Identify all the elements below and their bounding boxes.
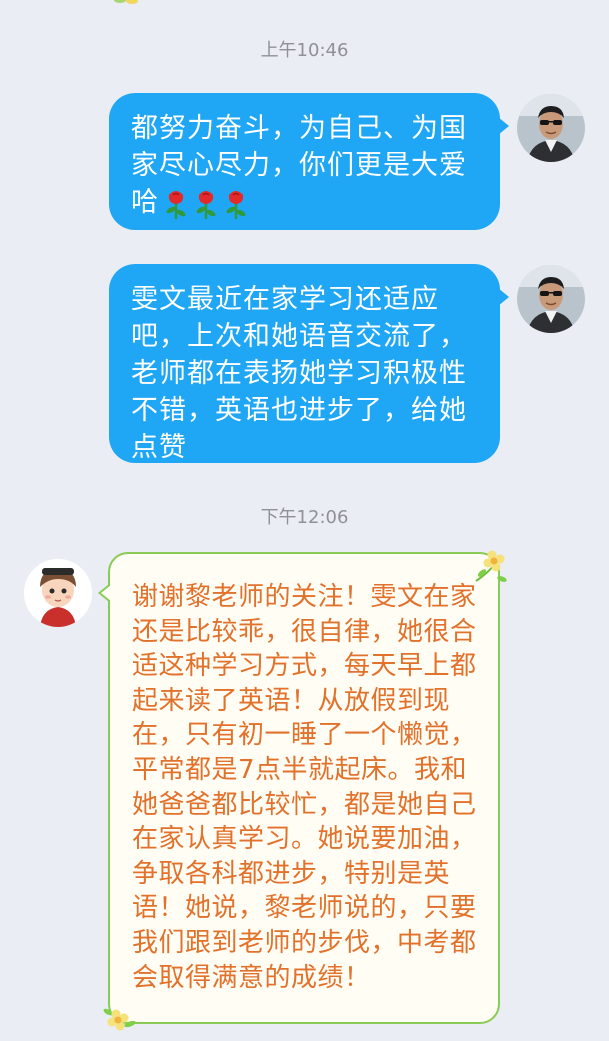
avatar-parent[interactable]: [24, 559, 92, 627]
message-text: 雯文最近在家学习还适应吧，上次和她语音交流了，老师都在表扬她学习积极性不错，英语…: [131, 284, 467, 463]
cartoon-boy-avatar-icon: [24, 559, 92, 627]
avatar-teacher[interactable]: [517, 265, 585, 333]
rose-icon: [166, 190, 186, 219]
leaf-decoration-icon: [114, 0, 138, 4]
timestamp: 上午10:46: [260, 40, 349, 61]
timestamp: 下午12:06: [260, 507, 349, 528]
avatar-teacher[interactable]: [517, 94, 585, 162]
man-sunglasses-avatar-icon: [517, 265, 585, 333]
rose-icon: [226, 190, 246, 219]
message-text: 谢谢黎老师的关注！雯文在家还是比较乖，很自律，她很合适这种学习方式，每天早上都起…: [132, 582, 477, 993]
man-sunglasses-avatar-icon: [517, 94, 585, 162]
rose-emoji-group: [163, 189, 249, 219]
rose-icon: [196, 190, 216, 219]
message-bubble-incoming[interactable]: 谢谢黎老师的关注！雯文在家还是比较乖，很自律，她很合适这种学习方式，每天早上都起…: [98, 552, 500, 1024]
flower-decoration-icon: [475, 550, 507, 582]
message-bubble-outgoing[interactable]: 都努力奋斗，为自己、为国家尽心尽力，你们更是大爱哈: [109, 93, 509, 230]
flower-decoration-icon: [103, 1008, 136, 1031]
message-bubble-outgoing[interactable]: 雯文最近在家学习还适应吧，上次和她语音交流了，老师都在表扬她学习积极性不错，英语…: [109, 264, 509, 463]
